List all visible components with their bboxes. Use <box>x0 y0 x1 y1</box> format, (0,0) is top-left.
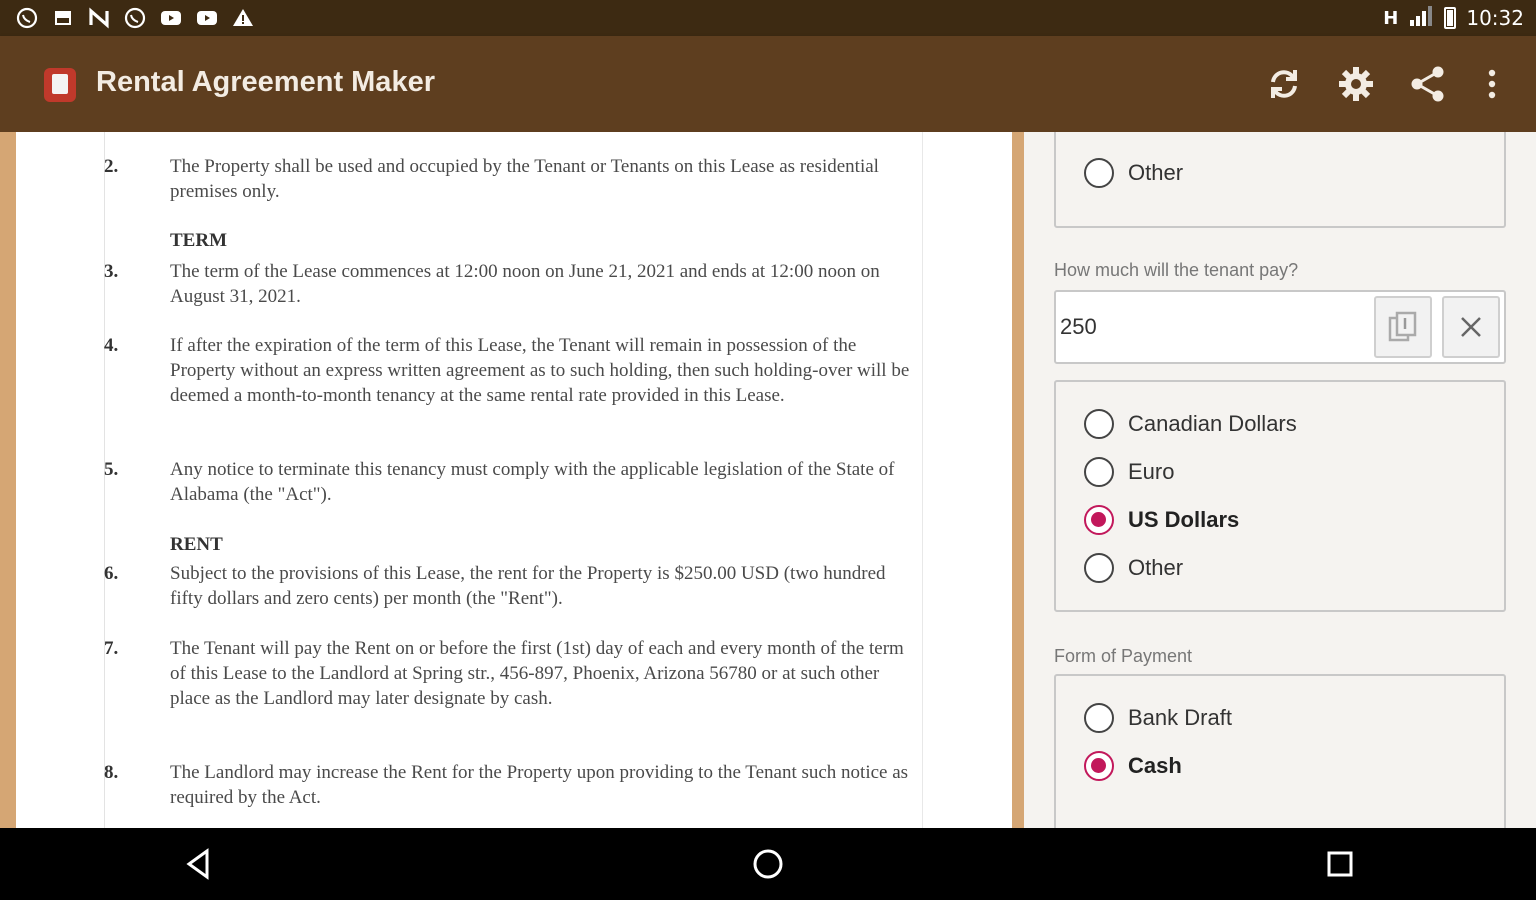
radio-label: Canadian Dollars <box>1128 411 1297 436</box>
radio-option-cash[interactable]: Cash <box>1084 751 1182 781</box>
battery-icon <box>1444 7 1457 29</box>
clause-text: The Property shall be used and occupied … <box>170 156 879 202</box>
radio-label: Other <box>1128 555 1184 580</box>
clause-text: Any notice to terminate this tenancy mus… <box>170 459 895 505</box>
clause-text: The term of the Lease commences at 12:00… <box>170 261 880 307</box>
radio-button-selected[interactable] <box>1084 751 1114 781</box>
radio-option-canadian-dollars[interactable]: Canadian Dollars <box>1084 409 1297 439</box>
close-icon <box>1461 317 1481 337</box>
clause-text: Subject to the provisions of this Lease,… <box>170 563 886 609</box>
clause-text: The Landlord may increase the Rent for t… <box>170 762 909 808</box>
clock: 10:32 <box>1466 6 1524 30</box>
radio-button[interactable] <box>1084 457 1114 487</box>
radio-option-other[interactable]: Other <box>1084 158 1183 188</box>
amount-value: 250 <box>1060 314 1097 339</box>
radio-button-selected[interactable] <box>1084 505 1114 535</box>
radio-option-bank-draft[interactable]: Bank Draft <box>1084 703 1232 733</box>
amount-label: How much will the tenant pay? <box>1054 260 1299 280</box>
radio-button[interactable] <box>1084 409 1114 439</box>
n-icon <box>86 6 112 30</box>
section-heading: RENT <box>170 534 223 555</box>
radio-option-other[interactable]: Other <box>1084 553 1183 583</box>
top-radio-group: Other <box>1054 132 1506 228</box>
youtube-icon <box>194 6 220 30</box>
currency-radio-group: Canadian Dollars Euro US Dollars Other <box>1054 380 1506 612</box>
radio-label: Euro <box>1128 459 1175 484</box>
clause-number: 6. <box>104 563 119 584</box>
clause-number: 3. <box>104 261 119 282</box>
clause-number: 5. <box>104 459 119 480</box>
radio-label: Cash <box>1128 753 1182 778</box>
document-preview[interactable]: 2. The Property shall be used and occupi… <box>0 132 1024 828</box>
clause-number: 4. <box>104 335 119 356</box>
section-heading: TERM <box>170 230 227 251</box>
pane-divider <box>1014 132 1024 828</box>
clause-number: 2. <box>104 156 119 177</box>
radio-option-euro[interactable]: Euro <box>1084 457 1174 487</box>
clipboard-icon <box>1388 311 1417 342</box>
page-margin-line <box>922 132 923 828</box>
whatsapp-icon <box>14 6 40 30</box>
refresh-icon[interactable] <box>1262 62 1306 106</box>
payment-radio-group: Bank Draft Cash <box>1054 674 1506 828</box>
back-icon[interactable] <box>178 846 218 882</box>
form-pane[interactable]: Other How much will the tenant pay? 250 … <box>1024 132 1536 828</box>
more-icon[interactable] <box>1470 62 1514 106</box>
radio-button[interactable] <box>1084 703 1114 733</box>
app-logo-icon <box>44 68 76 102</box>
home-icon[interactable] <box>748 846 788 882</box>
status-bar: H 10:32 <box>0 0 1536 36</box>
app-bar: Rental Agreement Maker <box>0 36 1536 132</box>
youtube-icon <box>158 6 184 30</box>
radio-label: Bank Draft <box>1128 705 1232 730</box>
clause-number: 7. <box>104 638 119 659</box>
image-icon <box>50 6 76 30</box>
warning-icon <box>230 6 256 30</box>
settings-icon[interactable] <box>1334 62 1378 106</box>
navigation-bar <box>0 828 1536 900</box>
clear-button[interactable] <box>1442 296 1500 358</box>
share-icon[interactable] <box>1406 62 1450 106</box>
notification-icons <box>14 6 256 30</box>
radio-label: Other <box>1128 160 1184 185</box>
radio-option-us-dollars[interactable]: US Dollars <box>1084 505 1239 535</box>
network-type: H <box>1383 7 1399 29</box>
radio-button[interactable] <box>1084 553 1114 583</box>
app-title: Rental Agreement Maker <box>96 66 435 98</box>
amount-input[interactable]: 250 <box>1054 290 1506 364</box>
recents-icon[interactable] <box>1320 846 1360 882</box>
clause-number: 8. <box>104 762 119 783</box>
paste-button[interactable] <box>1374 296 1432 358</box>
signal-icon <box>1408 5 1434 32</box>
clause-text: If after the expiration of the term of t… <box>170 335 910 406</box>
payment-label: Form of Payment <box>1054 646 1193 666</box>
whatsapp-icon <box>122 6 148 30</box>
radio-label: US Dollars <box>1128 507 1240 532</box>
radio-button[interactable] <box>1084 158 1114 188</box>
status-right: H 10:32 <box>1383 4 1524 32</box>
clause-text: The Tenant will pay the Rent on or befor… <box>170 638 904 709</box>
